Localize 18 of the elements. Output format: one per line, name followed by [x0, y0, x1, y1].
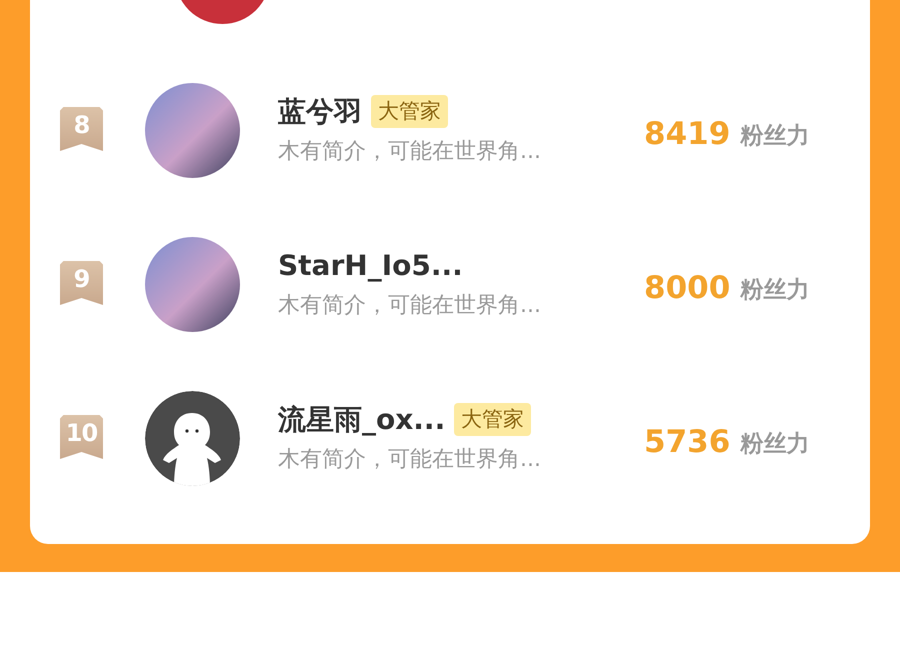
- fan-score: 8419: [644, 114, 730, 154]
- score-unit: 粉丝力: [740, 430, 810, 459]
- rank-ribbon: 8: [60, 107, 103, 151]
- score-unit: 粉丝力: [740, 122, 810, 151]
- role-tag: 大管家: [454, 402, 532, 436]
- score-unit: 粉丝力: [740, 276, 810, 305]
- role-tag: 大管家: [371, 94, 448, 128]
- rank-ribbon: 9: [60, 261, 103, 305]
- fan-score: 8000: [644, 268, 730, 308]
- user-name[interactable]: StarH_Io5...: [278, 246, 463, 284]
- user-bio: 木有简介，可能在世界角...: [278, 446, 542, 474]
- default-avatar-icon[interactable]: [145, 390, 240, 486]
- rank-ribbon: 10: [60, 415, 103, 459]
- user-bio: 木有简介，可能在世界角...: [278, 138, 542, 166]
- user-bio: 木有简介，可能在世界角...: [278, 292, 542, 320]
- user-name[interactable]: 蓝兮羽: [278, 92, 362, 130]
- fan-score: 5736: [644, 422, 730, 462]
- user-name[interactable]: 流星雨_ox...: [278, 400, 446, 438]
